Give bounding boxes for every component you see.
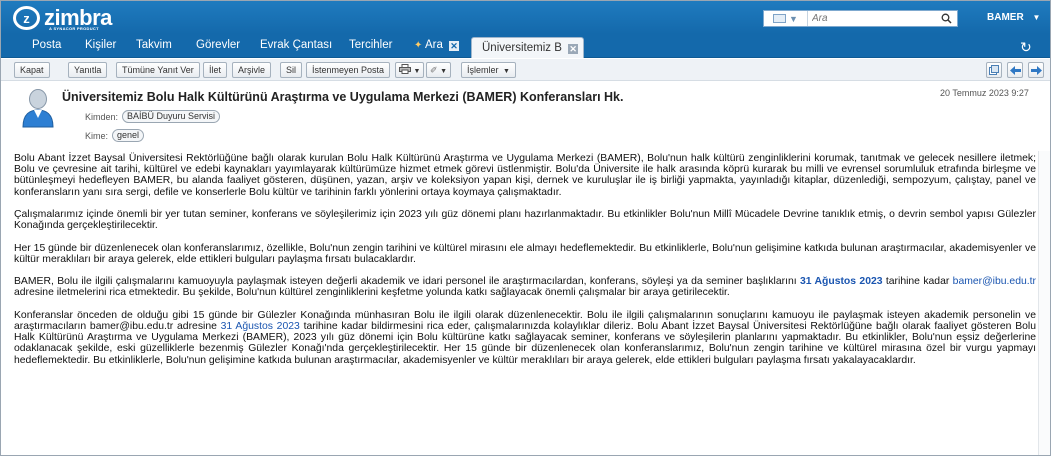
body-paragraph: Konferanslar önceden de olduğu gibi 15 g… (14, 310, 1036, 366)
tab-search-results[interactable]: ✦ Ara ✕ (414, 39, 460, 51)
search-bar: ▼ (763, 10, 958, 27)
tab-kisiler[interactable]: Kişiler (85, 39, 116, 51)
app-tabs: Posta Kişiler Takvim Görevler Evrak Çant… (1, 34, 1050, 58)
search-tab-icon: ✦ (414, 40, 423, 51)
message-date: 20 Temmuz 2023 9:27 (940, 88, 1029, 98)
top-header: z zimbra A SYNACOR PRODUCT ▼ BAMER ▼ (1, 1, 1050, 34)
zimbra-logo[interactable]: z zimbra A SYNACOR PRODUCT (13, 5, 112, 31)
mail-envelope-icon (773, 14, 787, 23)
view-options-button[interactable] (986, 62, 1002, 78)
arrow-right-icon (1030, 65, 1042, 75)
message-subject: Üniversitemiz Bolu Halk Kültürünü Araştı… (62, 90, 624, 104)
recipient-pill[interactable]: genel (112, 129, 145, 142)
close-button[interactable]: Kapat (14, 62, 50, 78)
next-message-button[interactable] (1028, 62, 1044, 78)
avatar (22, 89, 54, 128)
chevron-down-icon: ▼ (789, 13, 798, 24)
archive-button[interactable]: Arşivle (232, 62, 272, 78)
tab-message-open[interactable]: Üniversitemiz B ✕ (471, 37, 584, 58)
user-menu[interactable]: BAMER ▼ (987, 12, 1040, 23)
to-label: Kime: (85, 130, 109, 141)
sender-pill[interactable]: BAİBÜ Duyuru Servisi (122, 110, 221, 123)
body-paragraph: Çalışmalarımız içinde önemli bir yer tut… (14, 209, 1036, 232)
forward-button[interactable]: İlet (203, 62, 228, 78)
body-paragraph: Bolu Abant İzzet Baysal Üniversitesi Rek… (14, 153, 1036, 198)
print-menu-button[interactable]: ▼ (395, 62, 425, 78)
message-body: Bolu Abant İzzet Baysal Üniversitesi Rek… (14, 153, 1036, 377)
from-label: Kimden: (85, 111, 119, 122)
body-text: tarihine kadar (882, 276, 953, 288)
tag-icon: ✐ (430, 65, 438, 75)
logo-subtitle: A SYNACOR PRODUCT (49, 26, 99, 31)
printer-icon (399, 64, 411, 74)
close-icon[interactable]: ✕ (449, 41, 460, 51)
body-paragraph: Her 15 günde bir düzenlenecek olan konfe… (14, 242, 1036, 265)
zimbra-logo-mark: z (13, 6, 40, 30)
search-button[interactable] (936, 11, 956, 26)
tab-message-label: Üniversitemiz B (482, 42, 562, 54)
search-icon (941, 13, 952, 24)
tab-ara-label: Ara (424, 39, 443, 51)
search-input[interactable] (808, 11, 936, 26)
body-text: adresine iletmelerini rica etmektedir. B… (14, 287, 730, 299)
mail-window: z zimbra A SYNACOR PRODUCT ▼ BAMER ▼ Pos… (0, 0, 1051, 456)
delete-button[interactable]: Sil (280, 62, 303, 78)
reply-button[interactable]: Yanıtla (68, 62, 108, 78)
chevron-down-icon: ▼ (1032, 13, 1041, 22)
deadline-date-link[interactable]: 31 Ağustos 2023 (221, 321, 300, 332)
message-toolbar: Kapat Yanıtla Tümüne Yanıt Ver İlet Arşi… (1, 59, 1050, 81)
message-scroll-edge[interactable] (1038, 151, 1050, 455)
tab-takvim[interactable]: Takvim (136, 39, 172, 51)
spam-button[interactable]: İstenmeyen Posta (306, 62, 391, 78)
arrow-left-icon (1009, 65, 1021, 75)
new-window-icon (989, 65, 999, 75)
email-link[interactable]: bamer@ibu.edu.tr (953, 276, 1036, 287)
refresh-icon[interactable]: ↻ (1020, 39, 1032, 56)
tab-gorevler[interactable]: Görevler (196, 39, 240, 51)
close-icon[interactable]: ✕ (568, 44, 579, 54)
chevron-down-icon: ▼ (440, 68, 447, 75)
from-row: Kimden: BAİBÜ Duyuru Servisi (85, 110, 221, 123)
tag-menu-button[interactable]: ✐ ▼ (426, 62, 451, 78)
chevron-down-icon: ▼ (503, 68, 510, 75)
user-name: BAMER (987, 12, 1024, 23)
actions-menu-button[interactable]: İşlemler ▼ (461, 62, 516, 78)
body-text: BAMER, Bolu ile ilgili çalışmalarını kam… (14, 276, 800, 288)
tab-posta[interactable]: Posta (32, 39, 61, 51)
reply-all-button[interactable]: Tümüne Yanıt Ver (116, 62, 200, 78)
tab-evrak-cantasi[interactable]: Evrak Çantası (260, 39, 332, 51)
deadline-date-link[interactable]: 31 Ağustos 2023 (800, 276, 883, 287)
previous-message-button[interactable] (1007, 62, 1023, 78)
message-header: Üniversitemiz Bolu Halk Kültürünü Araştı… (1, 82, 1050, 148)
search-type-dropdown[interactable]: ▼ (764, 11, 808, 26)
to-row: Kime: genel (85, 129, 145, 142)
chevron-down-icon: ▼ (413, 68, 421, 75)
tab-tercihler[interactable]: Tercihler (349, 39, 392, 51)
actions-label: İşlemler (467, 65, 499, 75)
body-paragraph: BAMER, Bolu ile ilgili çalışmalarını kam… (14, 276, 1036, 298)
